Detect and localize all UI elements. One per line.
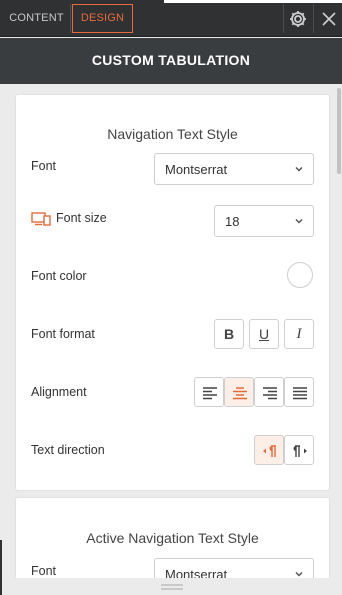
tab-divider: [70, 4, 71, 33]
text-direction-label: Text direction: [31, 443, 105, 457]
scrollbar-thumb[interactable]: [337, 88, 341, 174]
font-color-label: Font color: [31, 269, 87, 283]
font-select[interactable]: Montserrat: [154, 153, 314, 185]
font-label: Font: [31, 159, 57, 173]
background-edge: [0, 540, 2, 595]
font-select-value: Montserrat: [165, 162, 228, 177]
align-left-button[interactable]: [194, 377, 224, 407]
alignment-label: Alignment: [31, 385, 87, 399]
chevron-down-icon: [295, 166, 303, 172]
settings-scroll-area[interactable]: Navigation Text Style Font Montserrat Fo…: [0, 84, 342, 578]
align-justify-button[interactable]: [284, 377, 314, 407]
chevron-down-icon: [295, 571, 303, 577]
align-left-icon: [203, 387, 217, 400]
font-label: Font: [31, 564, 57, 578]
navigation-text-style-card: Navigation Text Style Font Montserrat Fo…: [16, 95, 329, 490]
top-tab-bar: CONTENT DESIGN: [0, 0, 342, 37]
active-navigation-text-style-card: Active Navigation Text Style Font Montse…: [16, 498, 329, 578]
bold-button[interactable]: B: [214, 319, 244, 349]
section-title: Active Navigation Text Style: [86, 530, 259, 546]
section-title: Navigation Text Style: [107, 126, 238, 142]
panel-title-bar: CUSTOM TABULATION: [0, 38, 342, 84]
font-color-swatch[interactable]: [287, 262, 313, 288]
font-size-value: 18: [225, 214, 240, 229]
font-select-value: Montserrat: [165, 567, 228, 578]
toolbar-divider: [313, 4, 314, 33]
underline-icon: U: [258, 326, 270, 342]
align-right-button[interactable]: [254, 377, 284, 407]
underline-button[interactable]: U: [249, 319, 279, 349]
rtl-paragraph-icon: [263, 445, 276, 457]
italic-button[interactable]: I: [284, 319, 314, 349]
chevron-down-icon: [295, 218, 303, 224]
italic-icon: I: [296, 326, 302, 342]
font-size-label: Font size: [56, 211, 107, 225]
direction-ltr-button[interactable]: [284, 435, 314, 465]
tab-design[interactable]: DESIGN: [72, 4, 133, 33]
align-center-button[interactable]: [224, 377, 254, 407]
panel-title: CUSTOM TABULATION: [91, 52, 251, 68]
font-format-label: Font format: [31, 327, 95, 341]
toolbar-divider: [283, 4, 284, 33]
align-center-icon: [233, 387, 247, 400]
bold-icon: B: [223, 326, 235, 342]
font-size-select[interactable]: 18: [214, 205, 314, 237]
tab-content[interactable]: CONTENT: [3, 4, 70, 33]
close-icon[interactable]: [318, 8, 340, 30]
resize-grip-icon[interactable]: [161, 584, 183, 590]
background-page-peek: [164, 0, 342, 3]
align-justify-icon: [293, 387, 307, 400]
direction-rtl-button[interactable]: [254, 435, 284, 465]
align-right-icon: [263, 387, 277, 400]
ltr-paragraph-icon: [293, 445, 307, 457]
desktop-tablet-icon[interactable]: [31, 212, 51, 226]
gear-icon[interactable]: [287, 8, 309, 30]
font-select[interactable]: Montserrat: [154, 558, 314, 578]
